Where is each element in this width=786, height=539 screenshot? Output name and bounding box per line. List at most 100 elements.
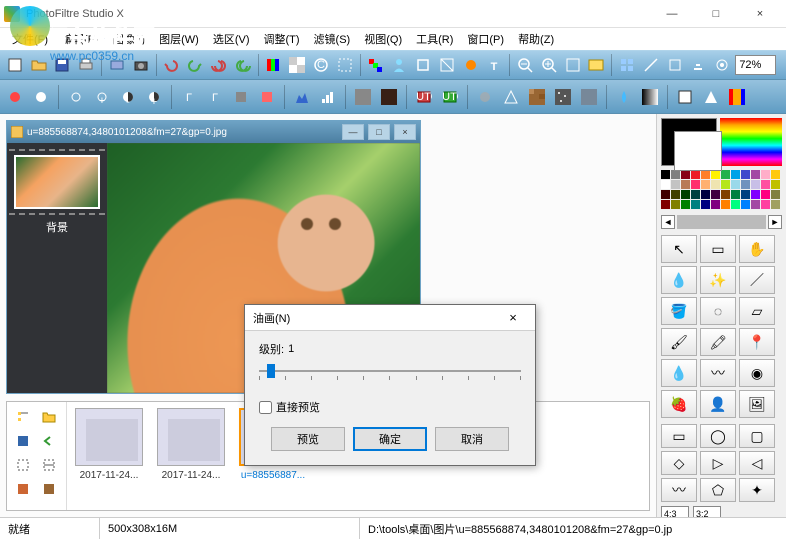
palette-cell[interactable] <box>761 180 770 189</box>
palette-cell[interactable] <box>721 190 730 199</box>
sun-white-icon[interactable] <box>30 86 52 108</box>
hand-tool-icon[interactable]: ✋ <box>739 235 775 263</box>
wand-tool-icon[interactable]: ✨ <box>700 266 736 294</box>
shape-free-icon[interactable]: 〰 <box>661 478 697 502</box>
dialog-titlebar[interactable]: 油画(N) × <box>245 305 535 331</box>
palette-cell[interactable] <box>771 170 780 179</box>
dropper-tool-icon[interactable]: 💧 <box>661 266 697 294</box>
open-icon[interactable] <box>28 53 50 77</box>
palette-cell[interactable] <box>751 180 760 189</box>
levels-icon[interactable] <box>317 86 339 108</box>
sat-down-icon[interactable] <box>230 86 252 108</box>
palette-cell[interactable] <box>761 200 770 209</box>
palette-cell[interactable] <box>731 200 740 209</box>
palette-cell[interactable] <box>691 170 700 179</box>
print-icon[interactable] <box>75 53 97 77</box>
thumb-tool-film1[interactable] <box>11 478 35 500</box>
sat-up-icon[interactable] <box>256 86 278 108</box>
shape-ellipse-icon[interactable]: ◯ <box>700 424 736 448</box>
palette-cell[interactable] <box>671 170 680 179</box>
menu-edit[interactable]: 编辑(E) <box>56 29 105 49</box>
palette-cell[interactable] <box>731 170 740 179</box>
noise-icon[interactable] <box>552 86 574 108</box>
palette-cell[interactable] <box>701 170 710 179</box>
art-tool-icon[interactable]: 🖼 <box>739 390 775 418</box>
thumb-tool-folder[interactable] <box>37 406 61 428</box>
auto-icon[interactable] <box>460 53 482 77</box>
palette-cell[interactable] <box>761 190 770 199</box>
shape-star-icon[interactable]: ✦ <box>739 478 775 502</box>
square-tool-icon[interactable] <box>664 53 686 77</box>
palette-scroll[interactable] <box>677 215 766 229</box>
palette-cell[interactable] <box>721 170 730 179</box>
auto1-icon[interactable]: AUTO <box>413 86 435 108</box>
palette-cell[interactable] <box>691 180 700 189</box>
palette-cell[interactable] <box>671 190 680 199</box>
palette-cell[interactable] <box>761 170 770 179</box>
shape-rect-icon[interactable]: ▭ <box>661 424 697 448</box>
rgb-icon[interactable] <box>263 53 285 77</box>
menu-file[interactable]: 文件(F) <box>6 29 54 49</box>
palette-cell[interactable] <box>711 200 720 209</box>
palette-cell[interactable] <box>701 180 710 189</box>
menu-help[interactable]: 帮助(Z) <box>512 29 560 49</box>
doc-maximize[interactable]: □ <box>368 124 390 140</box>
sun-red-icon[interactable] <box>4 86 26 108</box>
menu-selection[interactable]: 选区(V) <box>207 29 256 49</box>
spray-tool-icon[interactable]: ◌ <box>700 297 736 325</box>
level-slider[interactable] <box>259 361 521 385</box>
direct-preview-checkbox[interactable]: 直接预览 <box>259 399 521 415</box>
advbrush-tool-icon[interactable]: 🖍 <box>700 328 736 356</box>
shape-diamond-icon[interactable]: ◇ <box>661 451 697 475</box>
palette-cell[interactable] <box>741 200 750 209</box>
thumb-item[interactable]: 2017-11-24... <box>155 408 227 504</box>
palette-cell[interactable] <box>661 170 670 179</box>
line-tool-icon[interactable]: ／ <box>739 266 775 294</box>
emboss-icon[interactable] <box>578 86 600 108</box>
photomask-icon[interactable] <box>674 86 696 108</box>
palette-cell[interactable] <box>721 180 730 189</box>
face-tool-icon[interactable]: 👤 <box>700 390 736 418</box>
menu-layer[interactable]: 图层(W) <box>153 29 205 49</box>
palette-cell[interactable] <box>681 180 690 189</box>
redoall-icon[interactable] <box>232 53 254 77</box>
photogradient-icon[interactable] <box>726 86 748 108</box>
bright-up-icon[interactable]: + <box>91 86 113 108</box>
shape-triangle-icon[interactable]: ▷ <box>700 451 736 475</box>
undoall-icon[interactable] <box>208 53 230 77</box>
smudge-tool-icon[interactable]: 〰 <box>700 359 736 387</box>
preview-button[interactable]: 预览 <box>271 427 345 451</box>
redo-icon[interactable] <box>184 53 206 77</box>
sepia-icon[interactable] <box>378 86 400 108</box>
layer-thumbnail[interactable] <box>14 155 100 209</box>
gamma-up-icon[interactable]: Γ <box>204 86 226 108</box>
palette-cell[interactable] <box>741 180 750 189</box>
pointer-tool-icon[interactable]: ↖ <box>661 235 697 263</box>
palette-cell[interactable] <box>701 200 710 209</box>
doc-minimize[interactable]: — <box>342 124 364 140</box>
water-icon[interactable] <box>613 86 635 108</box>
palette-cell[interactable] <box>671 180 680 189</box>
shape-poly-icon[interactable]: ⬠ <box>700 478 736 502</box>
palette-cell[interactable] <box>721 200 730 209</box>
histogram-icon[interactable] <box>291 86 313 108</box>
zoom-input[interactable]: 72% <box>735 55 776 75</box>
palette-cell[interactable] <box>731 190 740 199</box>
dialog-close[interactable]: × <box>499 308 527 328</box>
window-maximize[interactable]: □ <box>694 0 738 28</box>
menu-view[interactable]: 视图(Q) <box>358 29 408 49</box>
palette-cell[interactable] <box>731 180 740 189</box>
menu-image[interactable]: 图像(I) <box>107 29 151 49</box>
new-icon[interactable] <box>4 53 26 77</box>
mosaic-icon[interactable] <box>526 86 548 108</box>
fgbg-color[interactable] <box>661 118 717 166</box>
window-close[interactable]: × <box>738 0 782 28</box>
bucket-tool-icon[interactable]: 🪣 <box>661 297 697 325</box>
selection-shape-icon[interactable] <box>334 53 356 77</box>
contrast-down-icon[interactable]: - <box>117 86 139 108</box>
brush-tool-icon[interactable]: 🖌 <box>661 328 697 356</box>
shape-triangle2-icon[interactable]: ◁ <box>739 451 775 475</box>
zoomout-icon[interactable] <box>514 53 536 77</box>
crop-icon[interactable] <box>412 53 434 77</box>
menu-filter[interactable]: 滤镜(S) <box>308 29 357 49</box>
